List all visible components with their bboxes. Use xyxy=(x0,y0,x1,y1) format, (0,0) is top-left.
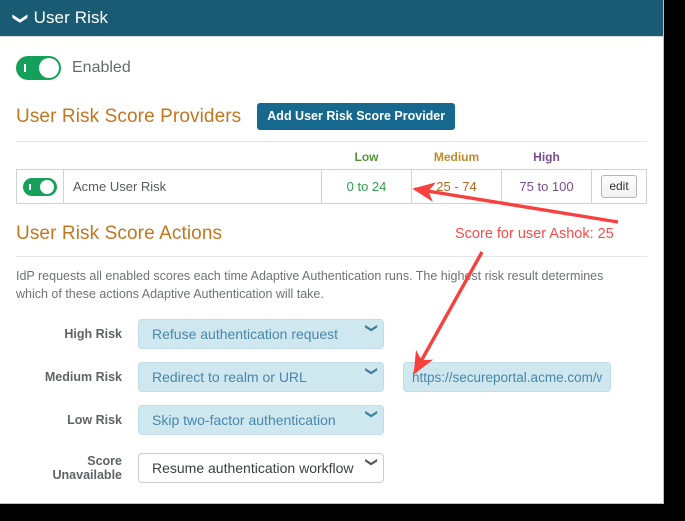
col-edit-header xyxy=(592,148,647,170)
low-risk-label: Low Risk xyxy=(16,413,138,427)
provider-high-range: 75 to 100 xyxy=(502,170,592,204)
actions-form: High Risk Refuse authentication request … xyxy=(16,319,647,483)
panel-header: ❯ User Risk xyxy=(0,0,663,37)
table-row: Acme User Risk 0 to 24 25 - 74 75 to 100… xyxy=(17,170,647,204)
col-toggle-header xyxy=(17,148,64,170)
edit-button[interactable]: edit xyxy=(601,175,636,198)
actions-description: IdP requests all enabled scores each tim… xyxy=(16,267,634,303)
col-high-header: High xyxy=(502,148,592,170)
provider-enabled-cell xyxy=(17,170,64,204)
medium-risk-select-value: Redirect to realm or URL xyxy=(139,369,361,385)
enable-toggle-row: Enabled xyxy=(16,56,647,80)
providers-section-header: User Risk Score Providers Add User Risk … xyxy=(16,103,647,130)
providers-heading: User Risk Score Providers xyxy=(16,106,241,128)
actions-divider xyxy=(16,256,647,257)
score-unavailable-row: Score Unavailable Resume authentication … xyxy=(16,453,647,483)
actions-section-header: User Risk Score Actions xyxy=(16,223,647,245)
toggle-on-mark xyxy=(24,64,26,72)
chevron-down-icon[interactable]: ❯ xyxy=(13,12,28,25)
toggle-on-mark xyxy=(29,184,31,190)
provider-name: Acme User Risk xyxy=(64,170,322,204)
add-user-risk-score-provider-button[interactable]: Add User Risk Score Provider xyxy=(257,103,455,130)
provider-enable-toggle[interactable] xyxy=(23,178,57,196)
low-risk-select[interactable]: Skip two-factor authentication ❯ xyxy=(138,405,384,435)
provider-edit-cell: edit xyxy=(592,170,647,204)
enable-toggle[interactable] xyxy=(16,56,61,80)
medium-risk-row: Medium Risk Redirect to realm or URL ❯ xyxy=(16,362,647,392)
medium-risk-label: Medium Risk xyxy=(16,370,138,384)
user-risk-panel: ❯ User Risk Enabled User Risk Score Prov… xyxy=(0,0,664,504)
chevron-down-icon: ❯ xyxy=(366,409,378,431)
high-risk-select[interactable]: Refuse authentication request ❯ xyxy=(138,319,384,349)
providers-divider xyxy=(16,141,647,142)
high-risk-label: High Risk xyxy=(16,327,138,341)
enable-toggle-label: Enabled xyxy=(72,59,131,77)
page-title: User Risk xyxy=(34,8,109,28)
actions-heading: User Risk Score Actions xyxy=(16,223,222,245)
low-risk-select-value: Skip two-factor authentication xyxy=(139,412,361,428)
provider-low-range: 0 to 24 xyxy=(322,170,412,204)
chevron-down-icon: ❯ xyxy=(366,323,378,345)
high-risk-row: High Risk Refuse authentication request … xyxy=(16,319,647,349)
score-unavailable-label: Score Unavailable xyxy=(16,454,138,482)
medium-risk-select[interactable]: Redirect to realm or URL ❯ xyxy=(138,362,384,392)
panel-body: Enabled User Risk Score Providers Add Us… xyxy=(0,56,663,483)
score-unavailable-select-value: Resume authentication workflow xyxy=(139,460,361,476)
col-name-header xyxy=(64,148,322,170)
chevron-down-icon: ❯ xyxy=(366,457,378,479)
providers-table: Low Medium High xyxy=(16,148,647,204)
toggle-knob xyxy=(39,58,59,78)
redirect-url-input[interactable] xyxy=(403,362,611,392)
provider-medium-range: 25 - 74 xyxy=(412,170,502,204)
toggle-knob xyxy=(40,180,54,194)
low-risk-row: Low Risk Skip two-factor authentication … xyxy=(16,405,647,435)
providers-table-header-row: Low Medium High xyxy=(17,148,647,170)
col-low-header: Low xyxy=(322,148,412,170)
high-risk-select-value: Refuse authentication request xyxy=(139,326,361,342)
col-medium-header: Medium xyxy=(412,148,502,170)
score-unavailable-select[interactable]: Resume authentication workflow ❯ xyxy=(138,453,384,483)
chevron-down-icon: ❯ xyxy=(366,366,378,388)
